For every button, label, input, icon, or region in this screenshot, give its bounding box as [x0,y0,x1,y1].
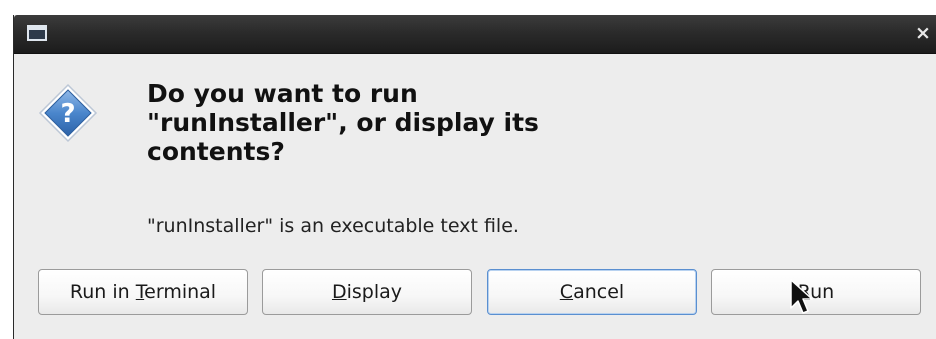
svg-text:?: ? [60,99,75,129]
mouse-pointer-icon [790,279,813,314]
screen: × ? Do you want to run "runInstaller", o… [0,0,936,339]
display-button[interactable]: Display [262,269,472,315]
button-mnemonic: C [559,281,574,303]
close-button[interactable]: × [913,23,933,43]
button-label-part: ancel [573,281,625,303]
question-icon: ? [38,83,98,143]
cancel-button[interactable]: Cancel [487,269,697,315]
button-mnemonic: D [331,281,347,303]
button-mnemonic: T [135,281,145,303]
run-button[interactable]: Run [711,269,921,315]
window-menu-icon[interactable] [27,25,47,41]
button-label-part: isplay [346,281,403,303]
run-in-terminal-button[interactable]: Run in Terminal [38,269,248,315]
button-label-part: erminal [144,281,217,303]
button-label-part: Run in [69,281,136,303]
title-bar[interactable]: × [14,15,936,54]
dialog-headline: Do you want to run "runInstaller", or di… [147,79,539,166]
dialog-message: "runInstaller" is an executable text fil… [147,215,519,237]
